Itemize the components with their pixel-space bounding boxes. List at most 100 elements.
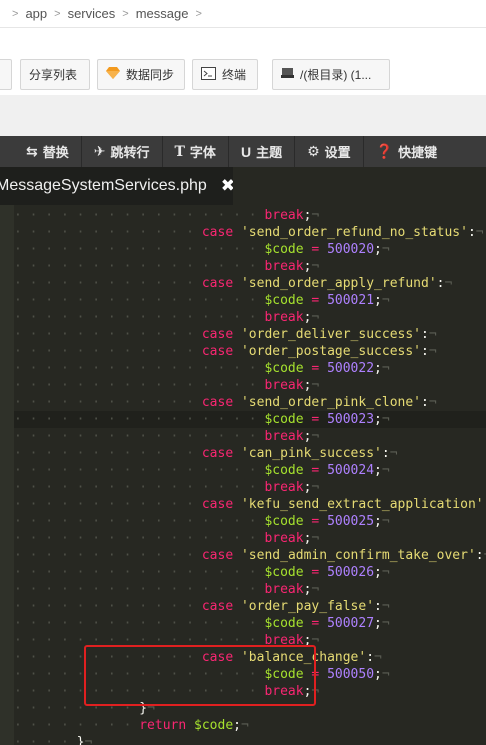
terminal-button[interactable]: 终端 — [192, 59, 258, 90]
code-token: 'send_order_pink_clone' — [240, 395, 421, 410]
code-line: · · · · · · · · · · · · case 'can_pink_s… — [14, 445, 486, 462]
code-token: ; — [374, 242, 382, 257]
code-token: ; — [374, 463, 382, 478]
code-token: break — [264, 310, 304, 325]
menu-font-label: 字体 — [189, 145, 216, 160]
menu-goto-line-label: 跳转行 — [110, 145, 150, 160]
code-token: case — [201, 650, 234, 665]
code-token: 500026 — [327, 565, 375, 580]
code-token: return — [139, 718, 187, 733]
indent-guides: · · · · · · · · · · · · — [14, 344, 202, 359]
editor-tabbar: MessageSystemServices.php ✖ — [0, 167, 486, 205]
code-line: · · · · · · · · · · · · · · · · break;¬ — [14, 377, 486, 394]
breadcrumb-item-app[interactable]: app — [18, 6, 54, 21]
code-token: ¬ — [311, 480, 320, 495]
indent-guides: · · · · · · · · · · · · · · · · — [14, 582, 265, 597]
indent-guides: · · · · · · · · · · · · · · · · — [14, 633, 265, 648]
menu-theme[interactable]: U 主题 — [229, 136, 296, 167]
code-line: · · · · · · · · · · · · · · · · $code = … — [14, 241, 486, 258]
indent-guides: · · · · · · · · · · · · · · · · — [14, 412, 265, 427]
code-line: · · · · · · · · · · · · case 'send_order… — [14, 394, 486, 411]
indent-guides: · · · · · · · · · · · · · · · · — [14, 667, 265, 682]
menu-shortcuts[interactable]: ❓ 快捷键 — [364, 136, 449, 167]
code-line: · · · · · · · · · · · · · · · · $code = … — [14, 615, 486, 632]
code-line: · · · · · · · · · · · · · · · · break;¬ — [14, 479, 486, 496]
indent-guides: · · · · · · · · · · · · — [14, 225, 202, 240]
indent-guides: · · · · — [14, 735, 77, 745]
share-list-button[interactable]: 分享列表 — [20, 59, 90, 90]
code-token: $code — [264, 565, 304, 580]
code-token: ¬ — [475, 225, 484, 240]
code-token: case — [201, 344, 234, 359]
indent-guides: · · · · · · · · · · · · — [14, 650, 202, 665]
code-token: : — [366, 650, 375, 665]
indent-guides: · · · · · · · · · · · · · · · · — [14, 259, 265, 274]
code-token: 500022 — [327, 361, 375, 376]
code-token: $code — [264, 293, 304, 308]
replace-icon: ⇆ — [26, 143, 38, 159]
indent-guides: · · · · · · · · · · · · · · · · — [14, 684, 265, 699]
code-token: ¬ — [381, 667, 390, 682]
code-token: ¬ — [381, 242, 390, 257]
indent-guides: · · · · · · · · · · · · — [14, 276, 202, 291]
code-token: break — [264, 259, 304, 274]
code-token: : — [475, 548, 484, 563]
menu-replace[interactable]: ⇆ 替换 — [0, 136, 82, 167]
code-token: : — [467, 225, 476, 240]
data-sync-button[interactable]: 数据同步 — [97, 59, 185, 90]
toolbar-button-partial[interactable] — [0, 59, 12, 90]
breadcrumb-item-message[interactable]: message — [129, 6, 196, 21]
indent-guides: · · · · · · · · — [14, 701, 140, 716]
root-directory-button[interactable]: /(根目录) (1... — [272, 59, 390, 90]
code-token: ¬ — [381, 616, 390, 631]
code-token: case — [201, 497, 234, 512]
code-line: · · · · · · · · · · · · · · · · $code = … — [14, 666, 486, 683]
code-token: ¬ — [381, 361, 390, 376]
tab-message-system-services[interactable]: MessageSystemServices.php ✖ — [0, 167, 233, 205]
code-token: 'order_pay_false' — [240, 599, 375, 614]
menu-font[interactable]: T 字体 — [163, 136, 229, 167]
code-token: ¬ — [147, 701, 155, 716]
code-token: ¬ — [428, 395, 437, 410]
diamond-icon — [106, 67, 120, 82]
code-token: 'send_order_apply_refund' — [240, 276, 437, 291]
code-token: case — [201, 225, 234, 240]
indent-guides: · · · · · · · · · · · · · · · · — [14, 531, 265, 546]
code-token: 500025 — [327, 514, 375, 529]
code-token: 'balance_change' — [240, 650, 367, 665]
indent-guides: · · · · · · · · · · · · · · · · — [14, 361, 265, 376]
code-token: : — [381, 446, 390, 461]
code-token: ¬ — [389, 446, 398, 461]
menu-settings[interactable]: ⚙ 设置 — [295, 136, 364, 167]
breadcrumb-item-services[interactable]: services — [61, 6, 123, 21]
code-token: case — [201, 599, 234, 614]
code-token: $code — [264, 667, 304, 682]
menu-goto-line[interactable]: ✈ 跳转行 — [82, 136, 163, 167]
code-token: case — [201, 548, 234, 563]
code-token: break — [264, 582, 304, 597]
code-token: ; — [233, 718, 241, 733]
menu-shortcuts-label: 快捷键 — [398, 145, 438, 160]
code-editor[interactable]: · · · · · · · · · · · · · · · · break;¬ ·… — [0, 205, 486, 745]
magnet-icon: U — [240, 143, 252, 160]
code-token: ; — [374, 293, 382, 308]
close-icon[interactable]: ✖ — [221, 176, 233, 196]
indent-guides: · · · · · · · · · · · · — [14, 327, 202, 342]
panel-gap — [0, 95, 486, 136]
code-line: · · · · · · · · · · · · · · · · break;¬ — [14, 683, 486, 700]
indent-guides: · · · · · · · · · · · · — [14, 548, 202, 563]
code-token: 500021 — [327, 293, 375, 308]
indent-guides: · · · · · · · · · · · · · · · · — [14, 463, 265, 478]
code-token: $code — [264, 463, 304, 478]
code-token: case — [201, 276, 234, 291]
code-line: · · · · · · · · · · · · case 'order_pay_… — [14, 598, 486, 615]
code-token: ¬ — [381, 463, 390, 478]
